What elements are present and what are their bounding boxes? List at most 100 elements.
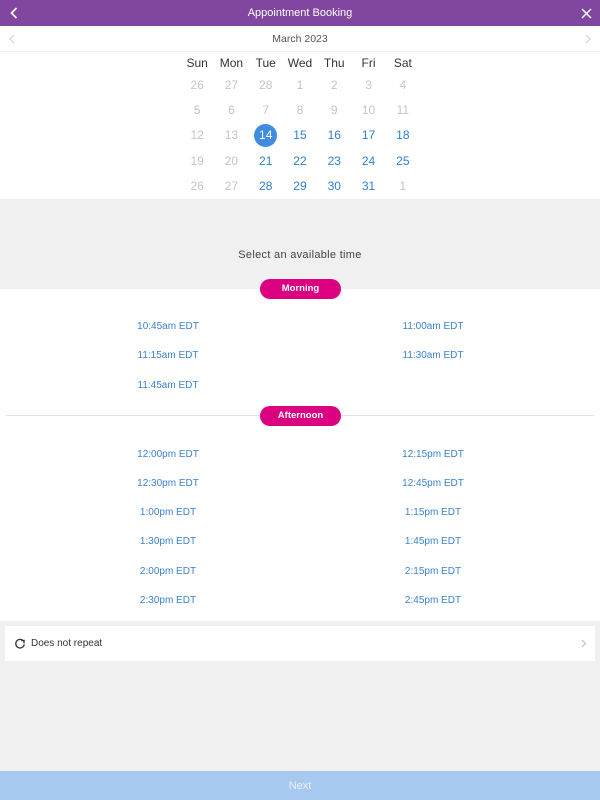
time-slot[interactable]: 12:15pm EDT [373, 449, 493, 460]
weekday-label: Sun [186, 56, 208, 70]
time-heading-area: Select an available time [0, 199, 600, 289]
calendar-day: 7 [249, 99, 283, 121]
calendar-day: 5 [180, 99, 214, 121]
calendar-day[interactable]: 18 [386, 124, 420, 146]
previous-month-button[interactable] [2, 26, 22, 52]
weekday-label: Thu [323, 56, 345, 70]
calendar-day-number: 23 [327, 153, 341, 168]
calendar-week-row: 19 20 21 22 23 24 25 [180, 148, 420, 173]
time-slot[interactable]: 1:15pm EDT [373, 507, 493, 518]
chevron-right-icon [585, 34, 591, 44]
calendar-day-number: 16 [327, 128, 341, 143]
calendar-day-number: 20 [224, 153, 239, 168]
calendar-day: 26 [180, 74, 214, 96]
calendar-day: 28 [249, 74, 283, 96]
time-slot[interactable]: 12:00pm EDT [108, 449, 228, 460]
calendar-day-number: 24 [361, 153, 376, 168]
time-slot[interactable]: 1:00pm EDT [108, 507, 228, 518]
calendar-day: 19 [180, 150, 214, 172]
calendar-day: 11 [386, 99, 420, 121]
time-heading: Select an available time [238, 249, 362, 261]
calendar-day-number: 29 [293, 178, 307, 193]
calendar-day[interactable]: 23 [317, 150, 351, 172]
time-slot[interactable]: 1:45pm EDT [373, 536, 493, 547]
calendar-day-number: 21 [259, 153, 273, 168]
calendar-day[interactable]: 15 [283, 124, 317, 146]
calendar-day[interactable]: 22 [283, 150, 317, 172]
calendar-day-number: 14 [254, 124, 278, 148]
calendar-week-row: 26 27 28 1 2 3 4 [180, 72, 420, 97]
calendar-day[interactable]: 28 [249, 175, 283, 197]
calendar-day: 13 [214, 124, 248, 146]
next-button[interactable]: Next [0, 771, 600, 800]
weekday-label: Mon [219, 56, 244, 70]
calendar-day-number: 26 [190, 178, 204, 193]
calendar-day[interactable]: 25 [386, 150, 420, 172]
calendar-day[interactable]: 16 [317, 124, 351, 146]
calendar-day: 4 [386, 74, 420, 96]
close-button[interactable] [577, 0, 595, 26]
time-slot[interactable]: 11:00am EDT [373, 321, 493, 332]
calendar-day-number: 5 [193, 102, 201, 117]
calendar-day-number: 6 [228, 102, 235, 117]
calendar-day-number: 26 [190, 77, 204, 92]
calendar-day[interactable]: 29 [283, 175, 317, 197]
calendar-day-number: 3 [365, 77, 372, 92]
calendar-weeks: 26 27 28 1 2 3 4 5 6 7 8 9 10 11 12 13 14 15 16 17 18 19 20 21 2… [180, 72, 420, 198]
time-slot[interactable]: 11:15am EDT [108, 350, 228, 361]
weekday-label: Fri [361, 56, 376, 70]
time-slot[interactable]: 10:45am EDT [108, 321, 228, 332]
calendar-day[interactable]: 30 [317, 175, 351, 197]
back-button[interactable] [5, 0, 23, 26]
close-icon [580, 7, 592, 19]
repeat-option[interactable]: Does not repeat [5, 626, 595, 661]
calendar-day-number: 15 [293, 128, 307, 143]
afternoon-label: Afternoon [260, 406, 341, 426]
calendar-day: 8 [283, 99, 317, 121]
weekday-label: Tue [255, 56, 276, 70]
calendar-day-number: 31 [361, 178, 376, 193]
calendar-day: 1 [386, 175, 420, 197]
time-slot[interactable]: 11:30am EDT [373, 350, 493, 361]
time-slot[interactable]: 2:15pm EDT [373, 566, 493, 577]
calendar-day: 10 [351, 99, 385, 121]
calendar-day: 1 [283, 74, 317, 96]
next-month-button[interactable] [578, 26, 598, 52]
time-slot[interactable]: 2:30pm EDT [108, 595, 228, 606]
repeat-label: Does not repeat [31, 638, 103, 649]
calendar-day[interactable]: 24 [351, 150, 385, 172]
time-slot[interactable]: 11:45am EDT [108, 380, 228, 391]
calendar-day[interactable]: 17 [351, 124, 385, 146]
calendar-day-number: 30 [327, 178, 341, 193]
time-slot[interactable]: 2:00pm EDT [108, 566, 228, 577]
calendar-day[interactable]: 21 [249, 150, 283, 172]
calendar-day-number: 18 [396, 128, 410, 143]
calendar-day: 9 [317, 99, 351, 121]
calendar-day-number: 17 [361, 128, 376, 143]
weekday-label: Wed [287, 56, 313, 70]
calendar-day-number: 27 [224, 178, 239, 193]
calendar-day-number: 25 [396, 153, 410, 168]
calendar-day: 27 [214, 74, 248, 96]
calendar-day[interactable]: 31 [351, 175, 385, 197]
calendar-day-number: 28 [259, 178, 273, 193]
weekday-header: Sun Mon Tue Wed Thu Fri Sat [180, 54, 420, 72]
time-slot[interactable]: 2:45pm EDT [373, 595, 493, 606]
calendar-day-number: 1 [399, 178, 407, 193]
calendar-day: 6 [214, 99, 248, 121]
calendar-week-row: 5 6 7 8 9 10 11 [180, 97, 420, 122]
calendar-day-number: 13 [224, 128, 239, 143]
time-slot[interactable]: 1:30pm EDT [108, 536, 228, 547]
time-slot[interactable]: 12:45pm EDT [373, 478, 493, 489]
repeat-icon [12, 636, 28, 652]
month-label: March 2023 [272, 32, 328, 45]
calendar-day-number: 2 [330, 77, 338, 92]
time-slots-panel: Morning 10:45am EDT 11:00am EDT 11:15am … [0, 279, 600, 621]
calendar-day-selected[interactable]: 14 [249, 124, 283, 148]
calendar-day-number: 12 [190, 128, 204, 143]
calendar-day-number: 7 [262, 102, 270, 117]
calendar: March 2023 Sun Mon Tue Wed Thu Fri Sat 2… [0, 26, 600, 199]
calendar-day: 3 [351, 74, 385, 96]
chevron-right-icon [581, 626, 587, 661]
time-slot[interactable]: 12:30pm EDT [108, 478, 228, 489]
